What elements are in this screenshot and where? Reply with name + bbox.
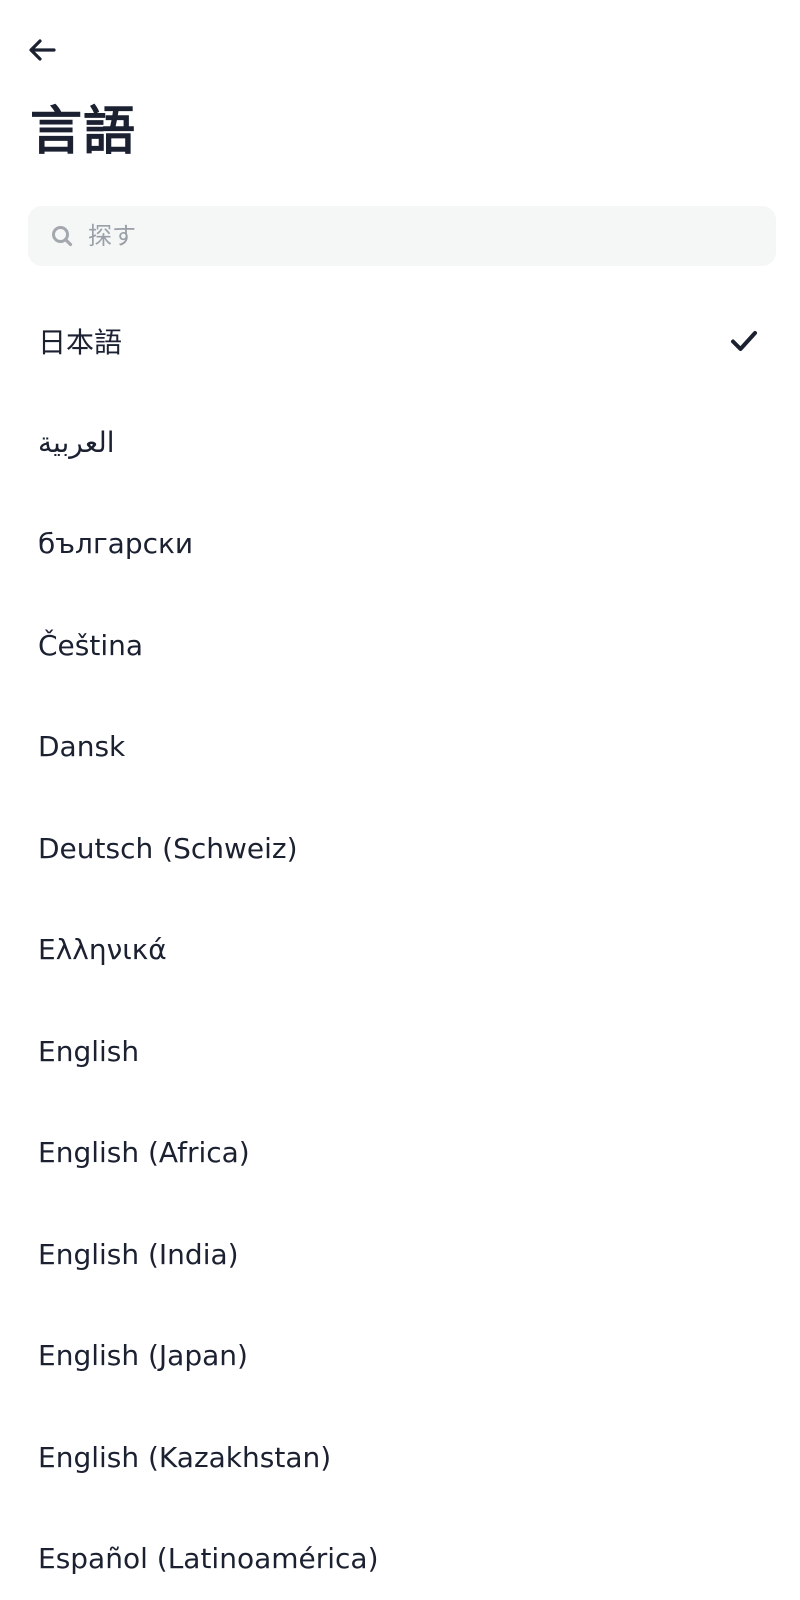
language-option[interactable]: Deutsch (Schweiz) bbox=[0, 798, 800, 900]
language-option[interactable]: Ελληνικά bbox=[0, 899, 800, 1001]
checkmark-icon bbox=[728, 325, 760, 357]
language-list: 日本語 العربية български Čeština Dansk Deutsch (… bbox=[0, 290, 800, 1600]
language-option[interactable]: български bbox=[0, 493, 800, 595]
language-label: English (Kazakhstan) bbox=[38, 1440, 332, 1474]
language-option[interactable]: العربية bbox=[0, 392, 800, 494]
language-option[interactable]: English (India) bbox=[0, 1204, 800, 1306]
back-button[interactable] bbox=[22, 34, 62, 70]
language-option[interactable]: Čeština bbox=[0, 595, 800, 697]
language-label: English (Africa) bbox=[38, 1136, 250, 1170]
page-title: 言語 bbox=[30, 102, 137, 162]
search-input[interactable] bbox=[88, 216, 728, 256]
search-bar[interactable] bbox=[28, 206, 776, 266]
language-option[interactable]: Dansk bbox=[0, 696, 800, 798]
language-option[interactable]: English (Japan) bbox=[0, 1305, 800, 1407]
language-label: English (India) bbox=[38, 1237, 239, 1271]
language-settings-page: 言語 日本語 العربية български Čeština Dansk Deutsc… bbox=[0, 0, 800, 1600]
language-label: English (Japan) bbox=[38, 1339, 248, 1373]
language-label: Ελληνικά bbox=[38, 933, 167, 967]
language-label: Español (Latinoamérica) bbox=[38, 1542, 379, 1576]
language-label: 日本語 bbox=[38, 325, 123, 359]
language-label: Čeština bbox=[38, 628, 144, 662]
language-option[interactable]: English (Africa) bbox=[0, 1102, 800, 1204]
language-label: Dansk bbox=[38, 730, 126, 764]
search-icon bbox=[50, 224, 74, 248]
language-option[interactable]: Español (Latinoamérica) bbox=[0, 1508, 800, 1600]
arrow-left-icon bbox=[27, 38, 57, 66]
language-label: български bbox=[38, 527, 194, 561]
language-label: Deutsch (Schweiz) bbox=[38, 831, 298, 865]
language-option[interactable]: English bbox=[0, 1001, 800, 1103]
language-label: العربية bbox=[38, 425, 115, 459]
language-option[interactable]: English (Kazakhstan) bbox=[0, 1407, 800, 1509]
language-label: English bbox=[38, 1034, 140, 1068]
language-option[interactable]: 日本語 bbox=[0, 290, 800, 392]
